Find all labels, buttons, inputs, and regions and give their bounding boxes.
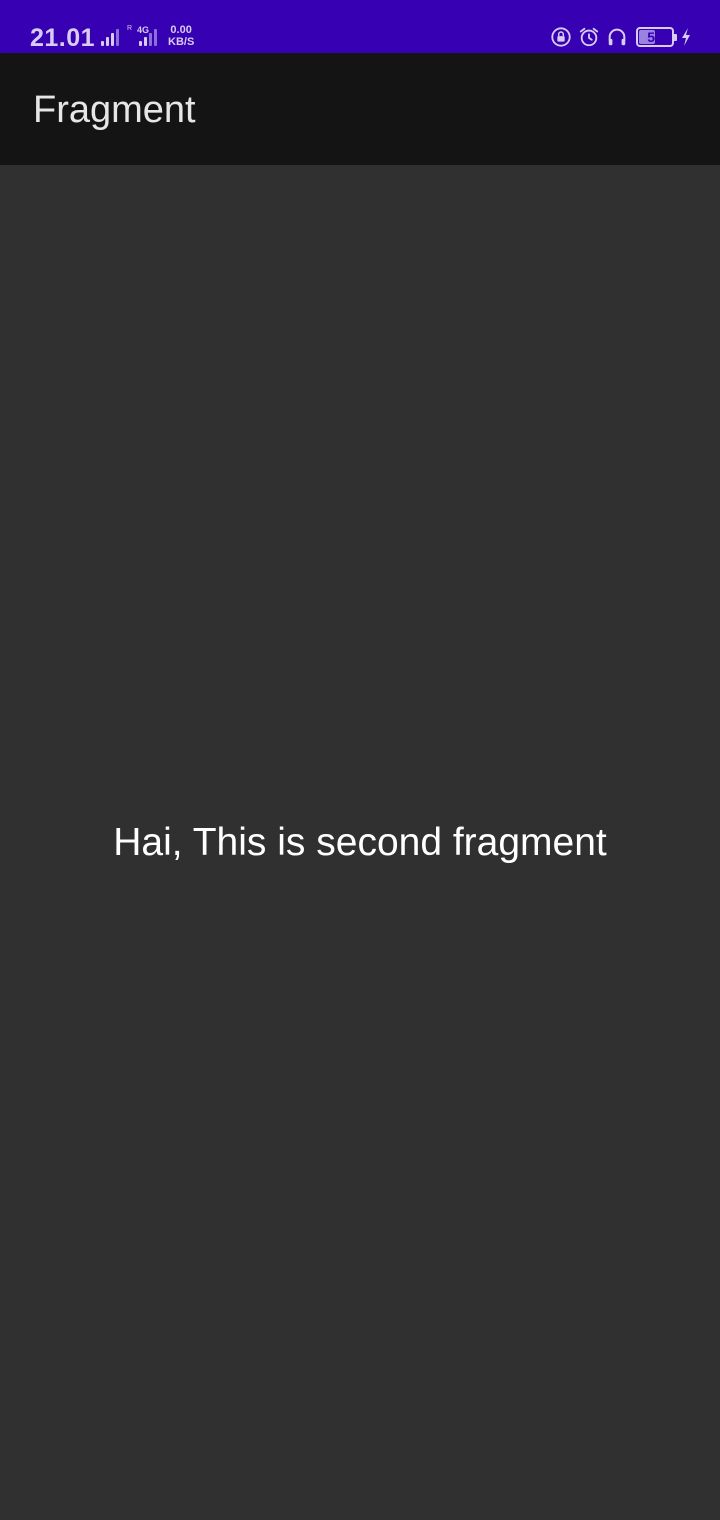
- status-time: 21.01: [30, 24, 96, 52]
- fragment-message: Hai, This is second fragment: [113, 821, 607, 864]
- fragment-container: Hai, This is second fragment: [0, 165, 720, 1520]
- alarm-icon: [578, 26, 600, 48]
- battery-level: 54: [647, 29, 663, 45]
- status-bar: 21.01 R 4G 0.00 KB/S 54: [0, 0, 720, 53]
- status-icons: 54: [550, 24, 692, 50]
- signal-icon: [101, 26, 119, 46]
- rotation-lock-icon: [550, 26, 572, 48]
- network-secondary-label: R: [127, 25, 133, 32]
- app-bar: Fragment: [0, 53, 720, 165]
- app-title: Fragment: [33, 89, 196, 131]
- network-speed: 0.00 KB/S: [168, 24, 194, 48]
- speed-value: 0.00: [170, 24, 192, 36]
- charging-icon: [680, 27, 692, 47]
- headphones-icon: [606, 26, 628, 48]
- speed-unit: KB/S: [168, 36, 195, 48]
- battery-icon: 54: [636, 27, 677, 47]
- signal-icon: [139, 26, 157, 46]
